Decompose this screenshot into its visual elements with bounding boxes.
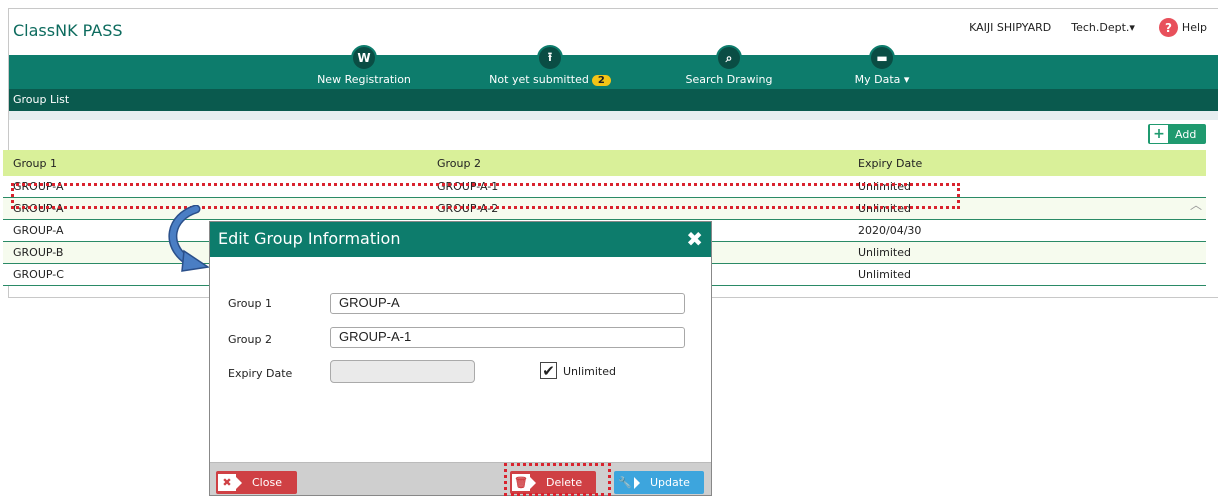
dialog-title: Edit Group Information bbox=[218, 229, 401, 248]
nav-my-data[interactable]: ▬ My Data ▾ bbox=[817, 45, 947, 86]
arrow-decoration bbox=[634, 476, 640, 489]
group2-input[interactable]: GROUP-A-1 bbox=[330, 327, 685, 348]
update-button[interactable]: 🔧 Update bbox=[614, 471, 704, 494]
row-highlight-annotation bbox=[11, 183, 960, 209]
wrench-icon: 🔧 bbox=[618, 476, 632, 489]
close-button[interactable]: ✖ Close bbox=[216, 471, 297, 494]
main-nav: W New Registration ⭱ Not yet submitted 2 … bbox=[9, 45, 1218, 89]
close-icon: ✖ bbox=[218, 474, 236, 491]
nav-new-registration[interactable]: W New Registration bbox=[299, 45, 429, 86]
column-header-group1[interactable]: Group 1 bbox=[13, 157, 57, 170]
cell-expiry: Unlimited bbox=[858, 268, 911, 281]
expiry-date-input[interactable] bbox=[330, 360, 475, 383]
section-bar: Group List bbox=[9, 89, 1218, 111]
search-icon: ⌕ bbox=[716, 45, 742, 71]
user-area: KAIJI SHIPYARD Tech.Dept.▾ ? Help bbox=[969, 18, 1207, 37]
pointer-arrow-icon bbox=[168, 205, 211, 272]
expiry-date-label: Expiry Date bbox=[228, 367, 293, 380]
table-header: Group 1 Group 2 Expiry Date bbox=[3, 150, 1206, 176]
add-button[interactable]: + Add bbox=[1148, 124, 1206, 144]
add-label: Add bbox=[1175, 127, 1197, 141]
unlimited-checkbox[interactable]: ✔ bbox=[540, 361, 557, 380]
update-label: Update bbox=[650, 476, 690, 489]
cell-expiry: 2020/04/30 bbox=[858, 224, 922, 237]
divider bbox=[9, 111, 1218, 120]
help-icon[interactable]: ? bbox=[1158, 18, 1178, 37]
unlimited-label: Unlimited bbox=[563, 365, 616, 378]
registration-icon: W bbox=[351, 45, 377, 71]
column-header-group2[interactable]: Group 2 bbox=[437, 157, 481, 170]
close-icon[interactable]: ✖ bbox=[686, 227, 703, 251]
folder-icon: ▬ bbox=[869, 45, 895, 71]
nav-label: My Data ▾ bbox=[854, 73, 910, 86]
help-link[interactable]: Help bbox=[1182, 21, 1207, 34]
scroll-up-icon[interactable]: ︿ bbox=[1190, 196, 1202, 213]
brand-logo[interactable]: ClassNK PASS bbox=[13, 21, 123, 40]
cell-expiry: Unlimited bbox=[858, 246, 911, 259]
user-name: KAIJI SHIPYARD bbox=[969, 21, 1052, 34]
close-label: Close bbox=[252, 476, 282, 489]
cell-group1: GROUP-A bbox=[13, 224, 64, 237]
nav-search-drawing[interactable]: ⌕ Search Drawing bbox=[664, 45, 794, 86]
plus-icon: + bbox=[1150, 125, 1168, 143]
department-dropdown[interactable]: Tech.Dept.▾ bbox=[1071, 21, 1135, 34]
nav-label-wrap: Not yet submitted 2 bbox=[485, 73, 615, 86]
page-title: Group List bbox=[13, 93, 70, 106]
group2-label: Group 2 bbox=[228, 333, 272, 346]
group1-label: Group 1 bbox=[228, 297, 272, 310]
column-header-expiry[interactable]: Expiry Date bbox=[858, 157, 922, 170]
cell-group1: GROUP-B bbox=[13, 246, 64, 259]
arrow-decoration bbox=[236, 476, 242, 489]
edit-group-dialog: Edit Group Information ✖ Group 1 GROUP-A… bbox=[209, 221, 712, 496]
nav-label: New Registration bbox=[317, 73, 411, 86]
upload-icon: ⭱ bbox=[537, 45, 563, 71]
pending-count-badge: 2 bbox=[591, 75, 611, 86]
cell-group1: GROUP-C bbox=[13, 268, 64, 281]
nav-label: Search Drawing bbox=[685, 73, 773, 86]
group1-input[interactable]: GROUP-A bbox=[330, 293, 685, 314]
checkmark-icon: ✔ bbox=[542, 361, 555, 380]
nav-label: Not yet submitted bbox=[489, 73, 589, 86]
dialog-header: Edit Group Information ✖ bbox=[210, 222, 711, 257]
delete-highlight-annotation bbox=[504, 463, 611, 496]
nav-not-yet-submitted[interactable]: ⭱ Not yet submitted 2 bbox=[485, 45, 615, 86]
dialog-footer: ✖ Close 🗑 Delete 🔧 Update bbox=[210, 462, 711, 495]
